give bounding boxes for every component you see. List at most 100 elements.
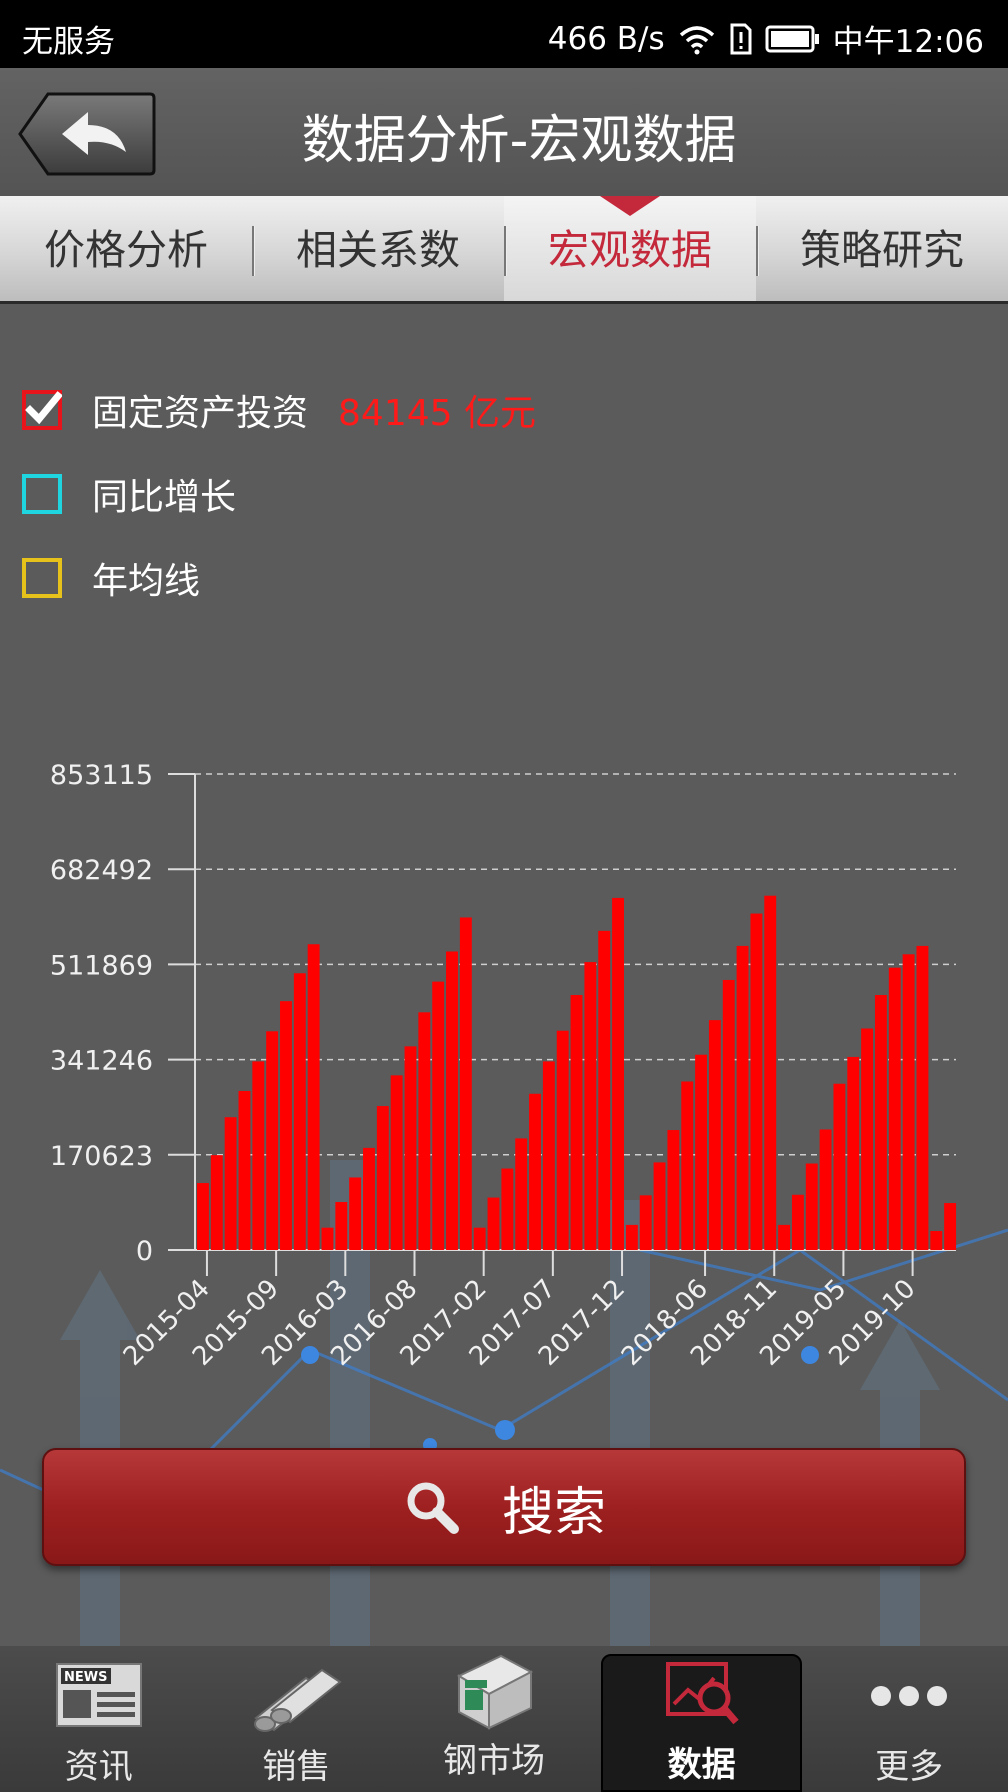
chart-bar: [487, 1197, 500, 1250]
chart-bar: [252, 1061, 265, 1250]
search-button-label: 搜索: [501, 1482, 606, 1543]
chart-bar: [210, 1155, 223, 1250]
svg-text:NEWS: NEWS: [64, 1670, 107, 1685]
chart-bar: [293, 973, 306, 1250]
chart-bar: [349, 1177, 362, 1250]
chart-bar: [390, 1075, 403, 1250]
chart-bar: [224, 1117, 237, 1250]
nav-item-sales[interactable]: 销售: [198, 1646, 396, 1792]
tab-macro-data[interactable]: 宏观数据: [504, 196, 756, 301]
chart-bar: [791, 1194, 804, 1250]
nav-item-more[interactable]: 更多: [810, 1646, 1008, 1792]
checkbox-unchecked[interactable]: [22, 474, 62, 514]
bottom-nav: NEWS 资讯 销售 钢市场 数据 更多: [0, 1646, 1008, 1792]
market-store-icon: [456, 1654, 534, 1730]
chart-bar: [197, 1183, 209, 1250]
clock: 中午12:06: [832, 24, 984, 60]
checkbox-unchecked[interactable]: [22, 558, 62, 598]
chart-bar: [681, 1081, 694, 1250]
legend-label: 年均线: [92, 561, 201, 602]
search-button[interactable]: 搜索: [42, 1448, 966, 1566]
nav-item-steel-market[interactable]: 钢市场: [395, 1646, 593, 1792]
chart-bar: [708, 1020, 721, 1250]
chart-bar: [584, 962, 597, 1250]
y-tick-label: 170623: [50, 1141, 153, 1172]
tab-correlation[interactable]: 相关系数: [252, 196, 504, 301]
nav-label: 销售: [262, 1747, 331, 1787]
sim-alert-icon: [730, 23, 752, 54]
nav-item-data[interactable]: 数据: [600, 1654, 803, 1792]
nav-label: 更多: [875, 1747, 944, 1787]
tab-price-analysis[interactable]: 价格分析: [0, 196, 252, 301]
status-bar: 无服务 466 B/s 中午12:06: [0, 0, 1008, 68]
chart-bar: [598, 930, 611, 1250]
chart-bar: [529, 1093, 541, 1250]
chart-bar: [612, 897, 624, 1250]
wifi-icon: [679, 25, 714, 54]
chart-bar: [363, 1147, 375, 1250]
chart-bar: [266, 1031, 279, 1250]
chart-bar: [418, 1012, 431, 1250]
data-chart-icon: [665, 1662, 739, 1725]
chart-bar: [653, 1162, 666, 1250]
app-header: 数据分析-宏观数据: [0, 68, 1008, 196]
y-tick-label: 682492: [50, 855, 153, 886]
tab-strategy-research[interactable]: 策略研究: [756, 196, 1008, 301]
legend-item-fixed-asset[interactable]: 固定资产投资 84145 亿元: [22, 368, 536, 452]
y-tick-label: 853115: [50, 760, 153, 791]
tab-bar: 价格分析 相关系数 宏观数据 策略研究: [0, 196, 1008, 304]
chart-bar: [446, 951, 458, 1250]
chart-bar: [874, 995, 887, 1250]
nav-item-news[interactable]: NEWS 资讯: [0, 1646, 198, 1792]
checkmark-icon: [25, 391, 62, 425]
chart-bar: [639, 1195, 652, 1250]
chart-bar: [667, 1130, 680, 1250]
tab-label: 价格分析: [44, 226, 208, 274]
nav-label: 资讯: [64, 1747, 133, 1787]
chart-bar: [764, 895, 777, 1250]
chart-bar: [888, 967, 901, 1250]
chart-bar: [376, 1106, 389, 1250]
chart-bar: [805, 1163, 818, 1250]
chart-bar: [404, 1046, 417, 1250]
carrier-text: 无服务: [22, 24, 115, 60]
page-title: 数据分析-宏观数据: [301, 111, 737, 171]
legend-label: 同比增长: [92, 477, 237, 518]
chart-bar: [722, 979, 735, 1250]
more-dots-icon: [871, 1686, 948, 1706]
nav-label: 钢市场: [442, 1741, 545, 1781]
news-icon: NEWS: [55, 1663, 142, 1727]
chart-bar: [307, 944, 320, 1250]
chart-bar: [515, 1138, 528, 1250]
steel-pipes-icon: [254, 1668, 343, 1732]
checkbox-checked[interactable]: [22, 390, 62, 430]
chart-bar: [501, 1168, 514, 1250]
chart-bar: [861, 1028, 874, 1250]
nav-label: 数据: [667, 1745, 736, 1785]
series-legend: 固定资产投资 84145 亿元 同比增长 年均线: [22, 368, 536, 620]
legend-value: 84145 亿元: [338, 393, 536, 434]
chart-bar: [695, 1054, 708, 1250]
chart-bar: [736, 945, 749, 1250]
chart-bar: [778, 1224, 791, 1250]
chart-bar: [542, 1061, 555, 1250]
chart-bar: [280, 1001, 292, 1250]
chart-bar: [432, 981, 445, 1250]
chart-bar: [916, 945, 929, 1250]
status-icons: 466 B/s 中午12:06: [548, 16, 984, 61]
chart-bar: [902, 954, 915, 1250]
legend-item-annual-average[interactable]: 年均线: [22, 536, 536, 620]
search-icon: [407, 1482, 459, 1534]
macro-bar-chart: 85311568249251186934124617062302015-0420…: [50, 760, 957, 1372]
y-tick-label: 0: [136, 1236, 153, 1267]
legend-label: 固定资产投资: [92, 393, 309, 434]
battery-icon: [765, 25, 819, 52]
chart-bar: [833, 1083, 846, 1250]
active-tab-indicator: [600, 196, 660, 216]
legend-item-yoy-growth[interactable]: 同比增长: [22, 452, 536, 536]
chart-bar: [944, 1203, 957, 1250]
chart-bar: [930, 1231, 943, 1250]
chart-bar: [750, 913, 763, 1250]
tab-label: 相关系数: [296, 226, 460, 274]
tab-label: 宏观数据: [548, 226, 712, 274]
